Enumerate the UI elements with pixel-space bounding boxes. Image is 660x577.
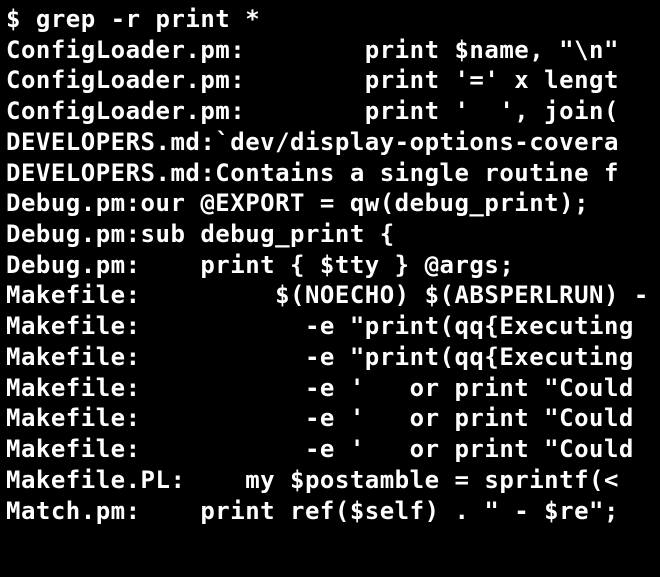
output-line: Makefile: -e "print(qq{Executing [6, 342, 654, 373]
command-text: grep -r print * [36, 5, 260, 33]
output-line: ConfigLoader.pm: print '=' x lengt [6, 65, 654, 96]
output-line: ConfigLoader.pm: print ' ', join( [6, 96, 654, 127]
output-line: DEVELOPERS.md:`dev/display-options-cover… [6, 127, 654, 158]
output-line: Makefile: -e ' or print "Could [6, 434, 654, 465]
output-line: Match.pm: print ref($self) . " - $re"; [6, 496, 654, 527]
command-line: $ grep -r print * [6, 4, 654, 35]
output-line: Makefile: -e ' or print "Could [6, 403, 654, 434]
output-line: Makefile: $(NOECHO) $(ABSPERLRUN) - [6, 280, 654, 311]
output-line: Debug.pm:our @EXPORT = qw(debug_print); [6, 188, 654, 219]
output-line: Debug.pm:sub debug_print { [6, 219, 654, 250]
output-line: Debug.pm: print { $tty } @args; [6, 250, 654, 281]
prompt-symbol: $ [6, 5, 36, 33]
output-line: DEVELOPERS.md:Contains a single routine … [6, 158, 654, 189]
output-line: Makefile.PL: my $postamble = sprintf(< [6, 465, 654, 496]
output-line: ConfigLoader.pm: print $name, "\n" [6, 35, 654, 66]
output-line: Makefile: -e "print(qq{Executing [6, 311, 654, 342]
output-line: Makefile: -e ' or print "Could [6, 373, 654, 404]
